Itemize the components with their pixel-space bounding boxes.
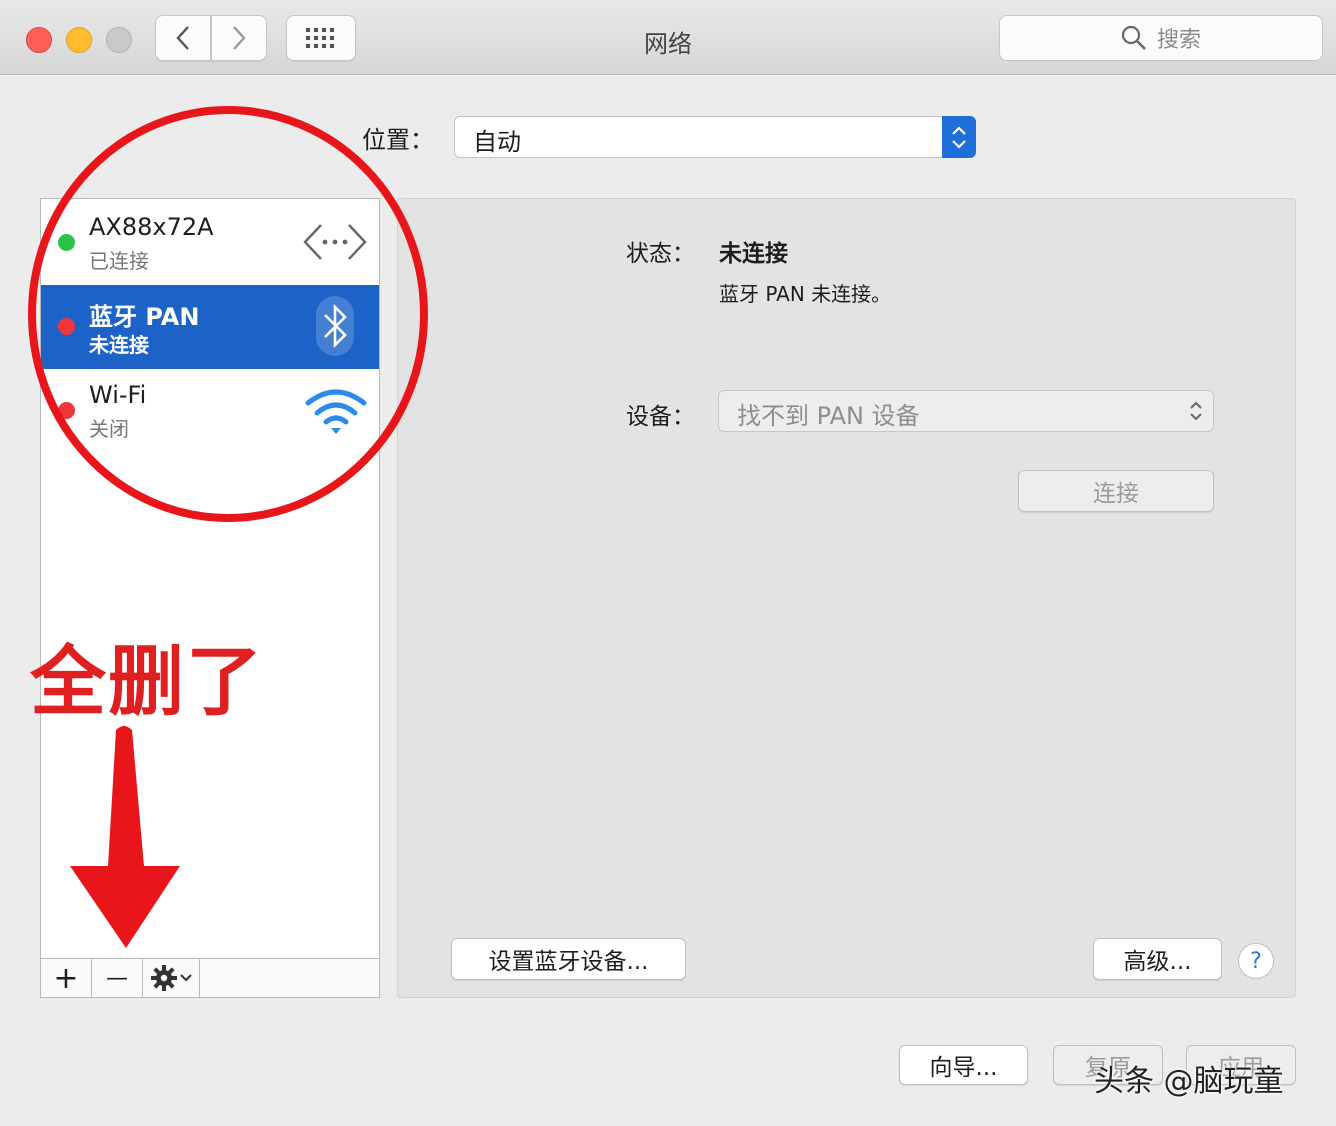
service-list: AX88x72A 已连接 蓝牙 PAN 未连接 Wi-Fi 关闭 + — (40, 198, 380, 998)
status-dot (58, 234, 75, 251)
wifi-icon (305, 389, 367, 434)
location-stepper[interactable] (942, 116, 976, 158)
service-name: AX88x72A (89, 213, 214, 241)
service-list-toolbar: + — (41, 958, 379, 997)
service-item-ethernet[interactable]: AX88x72A 已连接 (41, 199, 379, 283)
setup-bluetooth-button[interactable]: 设置蓝牙设备... (451, 938, 686, 980)
bluetooth-icon (316, 296, 354, 356)
assistant-button[interactable]: 向导... (899, 1045, 1028, 1085)
remove-service-button[interactable]: — (92, 959, 143, 997)
search-field[interactable]: 搜索 (999, 15, 1323, 61)
status-description: 蓝牙 PAN 未连接。 (719, 282, 892, 306)
add-service-button[interactable]: + (41, 959, 92, 997)
connect-button[interactable]: 连接 (1018, 470, 1214, 512)
service-status: 关闭 (89, 417, 129, 441)
service-item-wifi[interactable]: Wi-Fi 关闭 (41, 369, 379, 453)
status-label: 状态： (626, 241, 695, 267)
annotation-text: 全删了 (30, 637, 264, 726)
device-value: 找不到 PAN 设备 (737, 402, 920, 430)
up-down-chevron-icon (952, 126, 966, 149)
service-name: Wi-Fi (89, 381, 147, 409)
ethernet-icon (303, 224, 367, 260)
status-dot (58, 318, 75, 335)
help-button[interactable]: ? (1238, 943, 1274, 979)
device-label: 设备： (626, 404, 695, 430)
search-icon (1121, 25, 1146, 50)
gear-icon (150, 965, 177, 991)
chevron-down-icon (179, 974, 192, 982)
status-value: 未连接 (719, 241, 788, 267)
service-item-bluetooth-pan[interactable]: 蓝牙 PAN 未连接 (41, 285, 379, 369)
service-status: 未连接 (89, 333, 149, 357)
location-value: 自动 (473, 128, 521, 156)
device-select[interactable]: 找不到 PAN 设备 (718, 390, 1214, 432)
advanced-button[interactable]: 高级... (1093, 938, 1222, 980)
search-placeholder: 搜索 (1156, 28, 1201, 53)
service-name: 蓝牙 PAN (89, 303, 200, 331)
service-detail-panel (397, 198, 1296, 998)
location-select[interactable]: 自动 (454, 116, 976, 158)
up-down-chevron-icon (1190, 401, 1202, 421)
watermark: 头条 @脑玩童 (1094, 1064, 1284, 1099)
action-menu-button[interactable] (143, 959, 200, 997)
location-label: 位置： (362, 126, 434, 154)
status-dot (58, 402, 75, 419)
service-status: 已连接 (89, 249, 149, 273)
